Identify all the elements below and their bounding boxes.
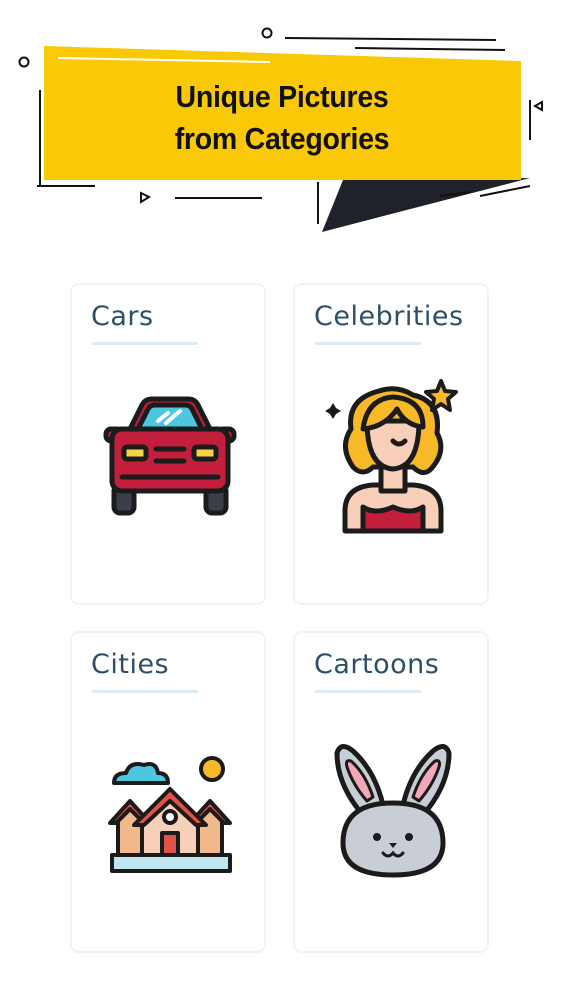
banner-title: Unique Pictures from Categories	[126, 76, 439, 160]
banner-title-line2: from Categories	[174, 121, 390, 156]
banner-title-line1: Unique Pictures	[175, 79, 389, 114]
category-card-cities[interactable]: Cities	[70, 631, 266, 953]
category-title: Cities	[91, 649, 170, 680]
title-underline	[92, 690, 198, 693]
title-underline	[315, 690, 421, 693]
category-title: Cars	[91, 301, 154, 332]
bunny-icon	[334, 744, 452, 878]
category-title: Cartoons	[314, 649, 440, 680]
houses-icon	[108, 756, 232, 873]
car-icon	[103, 396, 237, 516]
woman-celebrity-icon	[325, 379, 458, 534]
title-underline	[92, 342, 198, 345]
category-title: Celebrities	[314, 301, 464, 332]
category-card-cars[interactable]: Cars	[70, 283, 266, 605]
category-card-celebrities[interactable]: Celebrities	[293, 283, 489, 605]
category-card-cartoons[interactable]: Cartoons	[293, 631, 489, 953]
title-underline	[315, 342, 421, 345]
